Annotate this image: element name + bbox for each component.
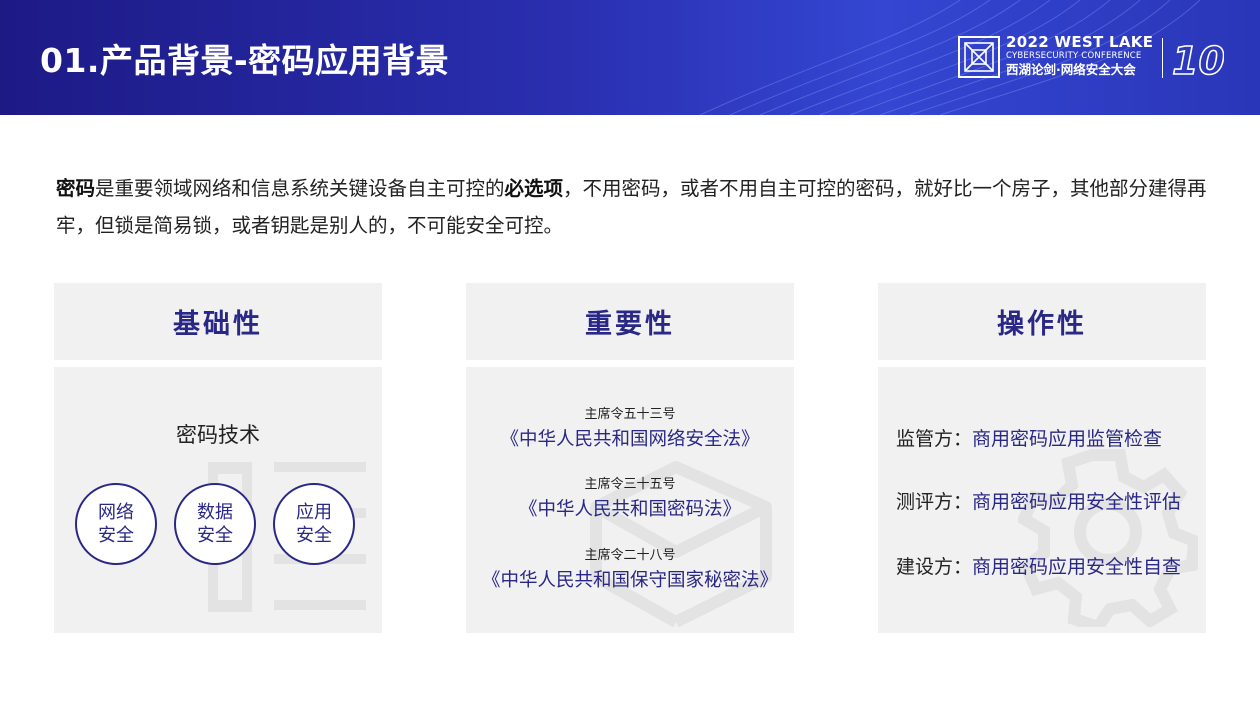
intro-bold-term: 密码 <box>56 177 96 200</box>
svg-text:10: 10 <box>1172 39 1224 82</box>
logo-chinese-name: 西湖论剑·网络安全大会 <box>1006 62 1136 77</box>
crypto-tech-label: 密码技术 <box>176 423 260 447</box>
operation-task: 商用密码应用安全性自查 <box>972 556 1182 578</box>
circle-label: 应用安全 <box>296 502 332 546</box>
column-operation: 操作性 监管方：商用密码应用监管检查 测评方：商用密码应用安全性评估 建设方：商… <box>878 283 1206 633</box>
operation-role: 测评方： <box>896 491 973 513</box>
conference-emblem-icon <box>958 36 1000 78</box>
column-basic-header: 基础性 <box>54 283 382 360</box>
circle-data-security: 数据安全 <box>174 483 256 565</box>
circle-label: 数据安全 <box>197 502 233 546</box>
page-title: 01.产品背景-密码应用背景 <box>40 41 450 80</box>
column-importance-header: 重要性 <box>466 283 794 360</box>
operation-row-regulator: 监管方：商用密码应用监管检查 <box>896 424 1162 451</box>
circle-network-security: 网络安全 <box>75 483 157 565</box>
operation-task: 商用密码应用安全性评估 <box>972 491 1182 513</box>
operation-task: 商用密码应用监管检查 <box>972 428 1163 450</box>
intro-bold-term-required: 必选项 <box>504 177 564 200</box>
tenth-anniversary-icon: 10 <box>1171 38 1224 82</box>
column-basic-title: 基础性 <box>173 309 263 340</box>
law-name-3: 《中华人民共和国保守国家秘密法》 <box>481 570 778 591</box>
logo-divider <box>1162 38 1163 78</box>
law-order-2: 主席令三十五号 <box>584 477 676 492</box>
logo-subtitle: CYBERSECURITY CONFERENCE <box>1006 51 1142 61</box>
column-basic-body: 密码技术 网络安全 数据安全 应用安全 <box>54 367 382 633</box>
operation-row-evaluator: 测评方：商用密码应用安全性评估 <box>896 487 1181 514</box>
operation-role: 建设方： <box>896 556 973 578</box>
law-name-2: 《中华人民共和国密码法》 <box>518 499 741 520</box>
logo-title: 2022 WEST LAKE <box>1006 33 1154 51</box>
operation-row-builder: 建设方：商用密码应用安全性自查 <box>896 552 1181 579</box>
column-operation-body: 监管方：商用密码应用监管检查 测评方：商用密码应用安全性评估 建设方：商用密码应… <box>878 367 1206 633</box>
intro-paragraph: 密码是重要领域网络和信息系统关键设备自主可控的必选项，不用密码，或者不用自主可控… <box>56 170 1216 244</box>
column-operation-header: 操作性 <box>878 283 1206 360</box>
column-importance: 重要性 主席令五十三号 《中华人民共和国网络安全法》 主席令三十五号 《中华人民… <box>466 283 794 633</box>
law-name-1: 《中华人民共和国网络安全法》 <box>500 429 760 450</box>
column-importance-title: 重要性 <box>585 309 675 340</box>
circle-label: 网络安全 <box>98 502 134 546</box>
law-order-1: 主席令五十三号 <box>584 407 676 422</box>
header-banner: 01.产品背景-密码应用背景 2022 WEST LAKE CYBERSECUR… <box>0 0 1260 115</box>
column-operation-title: 操作性 <box>997 309 1087 340</box>
intro-text-part1: 是重要领域网络和信息系统关键设备自主可控的 <box>95 177 505 200</box>
column-basic: 基础性 密码技术 网络安全 数据安全 应用安全 <box>54 283 382 633</box>
conference-logo: 2022 WEST LAKE CYBERSECURITY CONFERENCE … <box>958 34 1228 82</box>
circle-application-security: 应用安全 <box>273 483 355 565</box>
watermark-gear-icon <box>1018 449 1198 627</box>
law-order-3: 主席令二十八号 <box>584 548 676 563</box>
column-importance-body: 主席令五十三号 《中华人民共和国网络安全法》 主席令三十五号 《中华人民共和国密… <box>466 367 794 633</box>
operation-role: 监管方： <box>896 428 973 450</box>
